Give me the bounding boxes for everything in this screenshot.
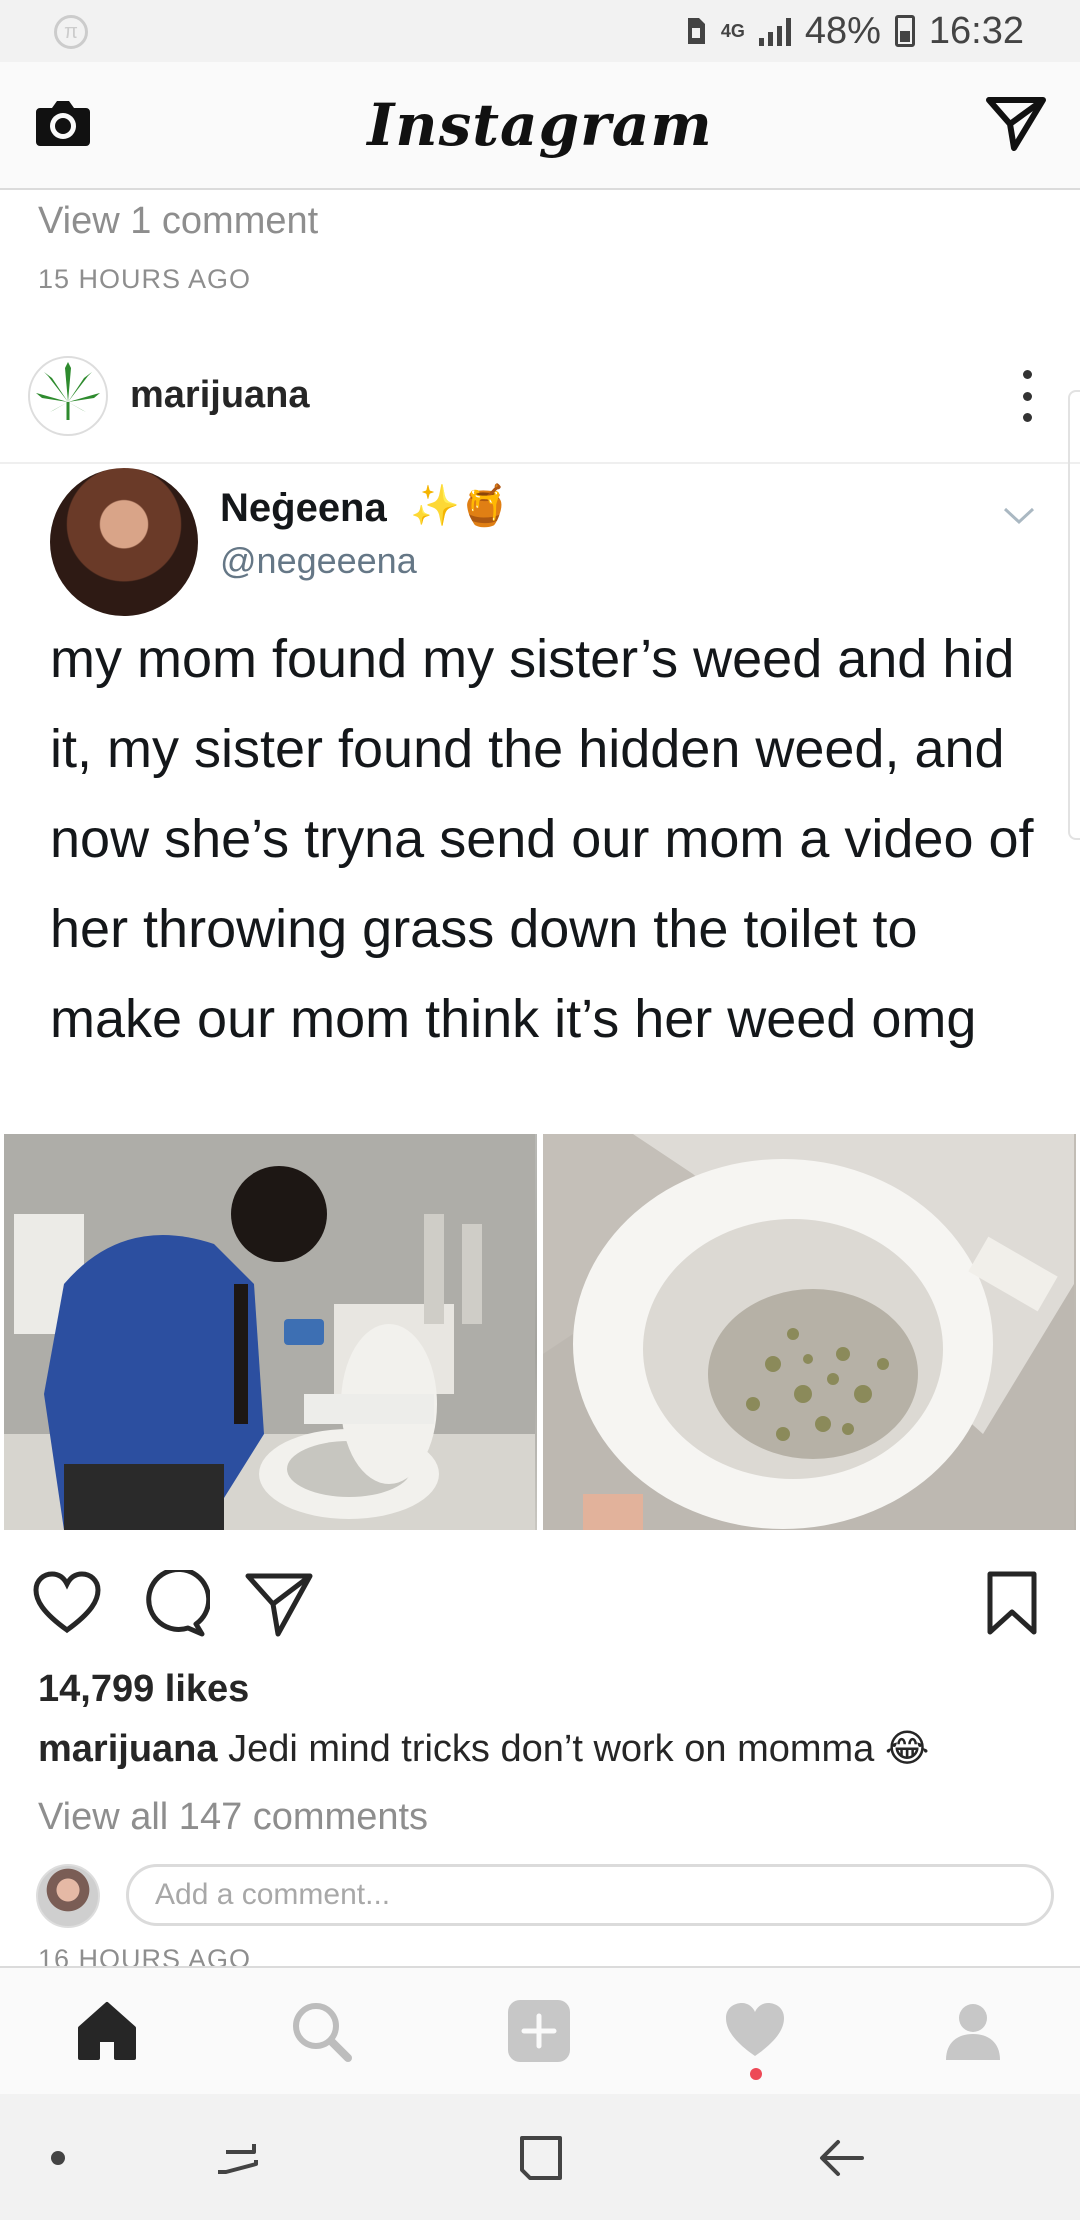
caption-username[interactable]: marijuana — [38, 1728, 218, 1770]
avatar[interactable] — [28, 356, 108, 436]
photo-toilet-bowl — [543, 1134, 1076, 1530]
share-icon[interactable] — [244, 1570, 314, 1640]
battery-icon — [894, 15, 915, 47]
post-header: marijuana — [0, 352, 1080, 464]
sim-icon — [685, 16, 707, 46]
add-post-icon[interactable] — [506, 1998, 572, 2064]
notification-app-icon: π — [54, 15, 88, 49]
post-image-tweet[interactable]: Neġeena ✨🍯 @negeeena my mom found my sis… — [0, 464, 1080, 1130]
tweet-avatar — [50, 468, 198, 616]
system-navigation-bar — [0, 2094, 1080, 2220]
post-username[interactable]: marijuana — [130, 374, 310, 417]
post-actions — [0, 1566, 1080, 1640]
network-indicator: 4G — [720, 21, 745, 41]
post-caption: marijuana Jedi mind tricks don’t work on… — [38, 1726, 929, 1771]
app-title: Instagram — [367, 91, 713, 159]
recents-icon[interactable] — [210, 2130, 270, 2186]
photo-girl-at-toilet — [4, 1134, 537, 1530]
chevron-down-icon — [1002, 506, 1036, 526]
tweet-text: my mom found my sister’s weed and hid it… — [50, 629, 1034, 1049]
home-square-icon[interactable] — [510, 2130, 570, 2186]
search-icon[interactable] — [288, 1998, 354, 2064]
tweet-handle: @negeeena — [220, 540, 417, 581]
add-comment-input[interactable] — [126, 1864, 1054, 1926]
tweet-display-name: Neġeena — [220, 486, 387, 530]
activity-icon[interactable] — [722, 1998, 788, 2064]
current-user-avatar — [36, 1864, 100, 1928]
home-icon[interactable] — [74, 1998, 140, 2064]
signal-icon — [758, 16, 791, 46]
scroll-side-tab — [1068, 390, 1080, 840]
camera-icon[interactable] — [34, 98, 92, 148]
save-bookmark-icon[interactable] — [984, 1570, 1054, 1640]
view-comments-link[interactable]: View 1 comment — [38, 200, 318, 243]
bottom-tab-bar — [0, 1966, 1080, 2094]
view-all-comments-link[interactable]: View all 147 comments — [38, 1796, 428, 1839]
profile-icon[interactable] — [940, 1998, 1006, 2064]
back-icon[interactable] — [812, 2130, 872, 2186]
comment-icon[interactable] — [140, 1566, 212, 1640]
like-count[interactable]: 14,799 likes — [38, 1668, 249, 1711]
direct-message-icon[interactable] — [986, 96, 1046, 152]
post-timestamp: 15 HOURS AGO — [38, 264, 252, 294]
app-header: Instagram — [0, 62, 1080, 190]
more-options-icon[interactable] — [1012, 370, 1042, 422]
tweet-name-emoji: ✨🍯 — [410, 484, 510, 528]
like-icon[interactable] — [32, 1570, 102, 1640]
caption-text: Jedi mind tricks don’t work on momma 😂 — [217, 1728, 930, 1770]
tweet-photos — [4, 1134, 1076, 1530]
battery-percent: 48% — [804, 9, 881, 52]
status-bar: π 4G 48% 16:32 — [0, 0, 1080, 62]
clock: 16:32 — [928, 9, 1024, 52]
dot-icon[interactable] — [30, 2130, 90, 2186]
notification-dot — [750, 2068, 762, 2080]
